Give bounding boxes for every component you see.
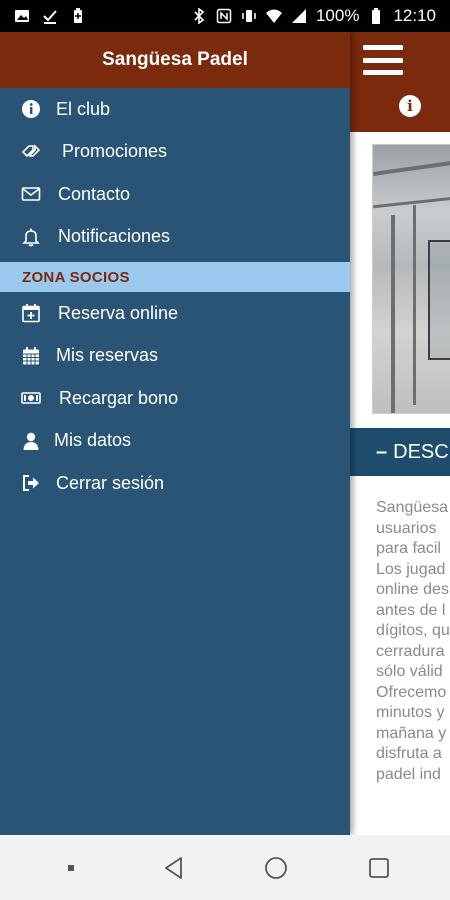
menu-item-label: Notificaciones: [58, 226, 171, 247]
menu-item-label: Promociones: [62, 141, 168, 162]
zona-socios-header: ZONA SOCIOS: [0, 262, 350, 292]
description-line: Sangüesa: [376, 499, 449, 516]
signal-icon: [291, 8, 307, 24]
description-line: disfruta a: [376, 745, 442, 762]
battery-icon: [368, 8, 384, 24]
section-label: ZONA SOCIOS: [22, 268, 130, 286]
logout-icon: [20, 472, 42, 494]
description-line: padel ind: [376, 765, 441, 783]
nfc-icon: [216, 8, 232, 24]
info-icon[interactable]: i: [399, 95, 421, 117]
description-line: dígitos, qu: [376, 622, 450, 639]
status-bar: 100% 12:10: [0, 0, 450, 32]
vibrate-icon: [241, 8, 257, 24]
menu-item-notificaciones[interactable]: Notificaciones: [0, 216, 350, 259]
description-text: Sangüesa usuarios para facil Los jugad o…: [376, 498, 450, 785]
battery-percent: 100%: [315, 6, 360, 25]
gallery-icon: [14, 8, 30, 24]
description-section-header[interactable]: – DESC: [350, 428, 450, 476]
menu-item-label: Contacto: [58, 183, 131, 204]
menu-item-label: Mis datos: [54, 430, 132, 451]
drawer-title: Sangüesa Padel: [102, 49, 248, 70]
menu-item-label: Recargar bono: [59, 387, 179, 408]
menu-item-contacto[interactable]: Contacto: [0, 173, 350, 216]
description-section-title: DESC: [393, 440, 449, 463]
menu-item-el-club[interactable]: El club: [0, 88, 350, 131]
tag-icon: [20, 141, 42, 163]
club-photo: [372, 144, 450, 414]
collapse-icon: –: [376, 440, 388, 463]
description-line: sólo válid: [376, 663, 443, 680]
menu-item-label: Cerrar sesión: [56, 472, 165, 493]
menu-icon[interactable]: [363, 45, 403, 75]
menu-item-mis-reservas[interactable]: Mis reservas: [0, 335, 350, 378]
app-toolbar: i: [350, 32, 450, 132]
clock: 12:10: [393, 6, 436, 25]
description-line: para facil: [376, 540, 441, 557]
info-icon: [20, 98, 42, 120]
battery-saver-icon: [70, 8, 86, 24]
menu-item-label: Reserva online: [58, 302, 179, 323]
menu-item-cerrar-sesion[interactable]: Cerrar sesión: [0, 462, 350, 505]
description-line: online des: [376, 581, 449, 598]
navigation-drawer: Sangüesa Padel El club Promociones Conta…: [0, 32, 350, 835]
menu-item-label: Mis reservas: [56, 345, 159, 366]
description-line: usuarios: [376, 519, 437, 537]
description-line: antes de l: [376, 601, 446, 619]
recents-icon[interactable]: [359, 848, 399, 888]
menu-item-mis-datos[interactable]: Mis datos: [0, 420, 350, 463]
bell-icon: [20, 226, 42, 248]
calendar-plus-icon: [20, 302, 42, 324]
download-done-icon: [42, 8, 58, 24]
envelope-icon: [20, 183, 42, 205]
menu-item-label: El club: [56, 98, 111, 119]
menu-item-reserva-online[interactable]: Reserva online: [0, 292, 350, 335]
back-icon[interactable]: [154, 848, 194, 888]
nav-dot-icon[interactable]: [51, 848, 91, 888]
menu-item-promociones[interactable]: Promociones: [0, 131, 350, 174]
money-icon: [20, 387, 42, 409]
drawer-header: Sangüesa Padel: [0, 32, 350, 88]
system-nav-bar: [0, 835, 450, 900]
description-line: minutos y: [376, 704, 445, 721]
calendar-icon: [20, 345, 42, 367]
user-icon: [20, 430, 42, 452]
background-app: i – DESC Sangüesa usuarios para facil Lo…: [350, 32, 450, 835]
menu-item-recargar-bono[interactable]: Recargar bono: [0, 377, 350, 420]
bluetooth-icon: [191, 7, 207, 25]
description-line: Los jugad: [376, 560, 446, 578]
description-line: cerradura: [376, 642, 445, 660]
home-icon[interactable]: [256, 848, 296, 888]
wifi-icon: [265, 8, 282, 24]
description-line: mañana y: [376, 724, 447, 742]
description-line: Ofrecemo: [376, 683, 447, 701]
